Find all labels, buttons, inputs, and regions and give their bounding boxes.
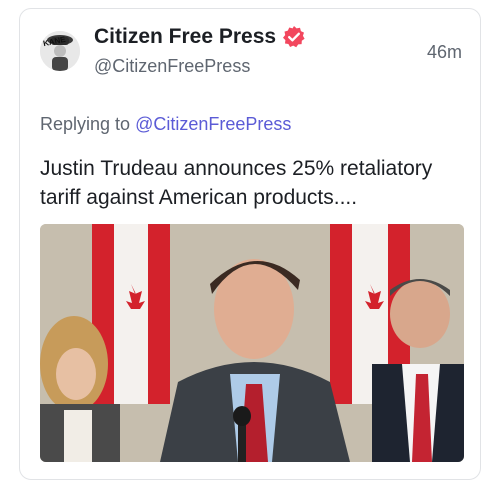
author-name[interactable]: Citizen Free Press: [94, 25, 276, 49]
author-row: Citizen Free Press: [94, 25, 306, 49]
replying-prefix: Replying to: [40, 114, 131, 134]
replying-handle-link[interactable]: @CitizenFreePress: [135, 114, 291, 134]
verified-badge-icon: [282, 25, 306, 49]
post-card[interactable]: KANE Citizen Free Press @CitizenFreePres…: [19, 8, 481, 480]
author-avatar[interactable]: KANE: [40, 31, 80, 71]
author-handle[interactable]: @CitizenFreePress: [94, 56, 250, 77]
press-conference-photo: [40, 224, 464, 462]
post-image[interactable]: [40, 224, 464, 462]
replying-to: Replying to @CitizenFreePress: [40, 114, 291, 135]
post-timestamp[interactable]: 46m: [427, 42, 462, 63]
post-text: Justin Trudeau announces 25% retaliatory…: [40, 157, 433, 209]
